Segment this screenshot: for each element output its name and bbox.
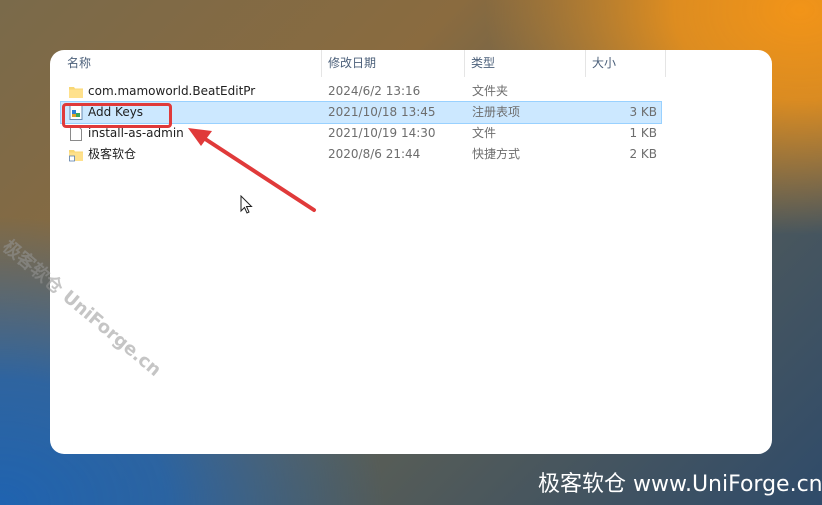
watermark-bottom: 极客软仓 www.UniForge.cn <box>538 472 822 497</box>
mouse-pointer-icon <box>240 195 253 214</box>
annotation-arrow <box>188 128 316 212</box>
